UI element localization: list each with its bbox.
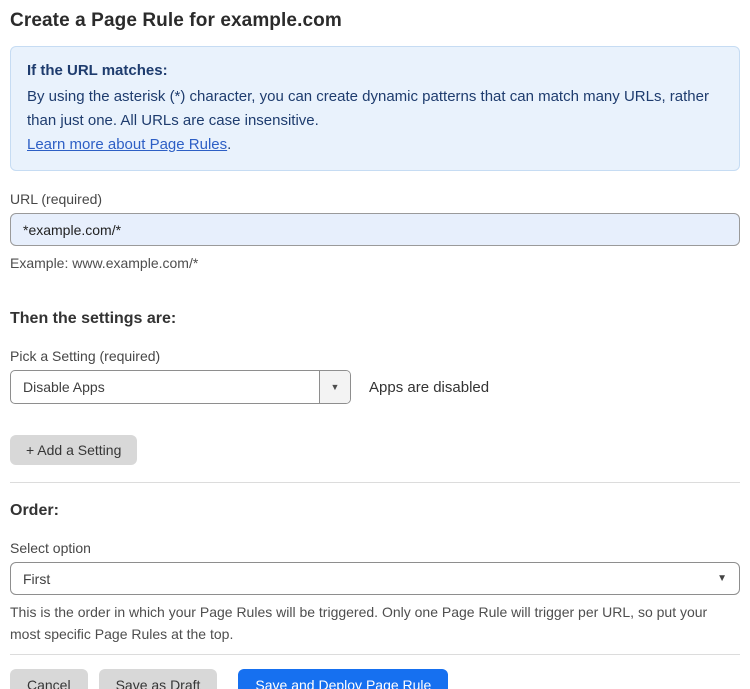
order-section-heading: Order:	[10, 502, 59, 519]
settings-section-heading: Then the settings are:	[10, 310, 177, 327]
page-title: Create a Page Rule for example.com	[10, 10, 342, 31]
save-as-draft-button[interactable]: Save as Draft	[98, 669, 218, 689]
setting-select[interactable]: Disable Apps ▼	[10, 370, 351, 404]
url-field-label: URL (required)	[10, 191, 103, 207]
cancel-button[interactable]: Cancel	[10, 669, 88, 689]
pick-setting-label: Pick a Setting (required)	[10, 348, 161, 364]
action-button-row: Cancel Save as Draft Save and Deploy Pag…	[10, 669, 740, 689]
save-and-deploy-button[interactable]: Save and Deploy Page Rule	[238, 669, 449, 689]
info-box-body: By using the asterisk (*) character, you…	[27, 88, 709, 129]
section-divider	[10, 482, 740, 483]
learn-more-link[interactable]: Learn more about Page Rules	[27, 136, 227, 153]
link-suffix: .	[227, 136, 232, 153]
order-select-value: First	[23, 570, 51, 587]
order-select[interactable]: First ▼	[10, 562, 740, 595]
url-input[interactable]	[10, 213, 740, 246]
page-rule-form: Create a Page Rule for example.com If th…	[0, 10, 750, 689]
url-example-hint: Example: www.example.com/*	[10, 255, 199, 271]
chevron-down-icon: ▼	[330, 382, 340, 392]
setting-select-value: Disable Apps	[23, 379, 105, 395]
info-box-link-line: Learn more about Page Rules.	[27, 133, 723, 157]
order-select-label: Select option	[10, 540, 91, 556]
order-hint: This is the order in which your Page Rul…	[10, 604, 708, 642]
setting-select-arrow-button[interactable]: ▼	[319, 371, 350, 403]
url-match-info-box: If the URL matches: By using the asteris…	[10, 46, 740, 171]
setting-row: Disable Apps ▼ Apps are disabled	[10, 370, 740, 404]
add-setting-button[interactable]: + Add a Setting	[10, 435, 138, 465]
setting-status-text: Apps are disabled	[369, 378, 490, 396]
footer-divider	[10, 654, 740, 655]
chevron-down-icon: ▼	[717, 573, 727, 584]
info-box-heading: If the URL matches:	[27, 62, 168, 79]
